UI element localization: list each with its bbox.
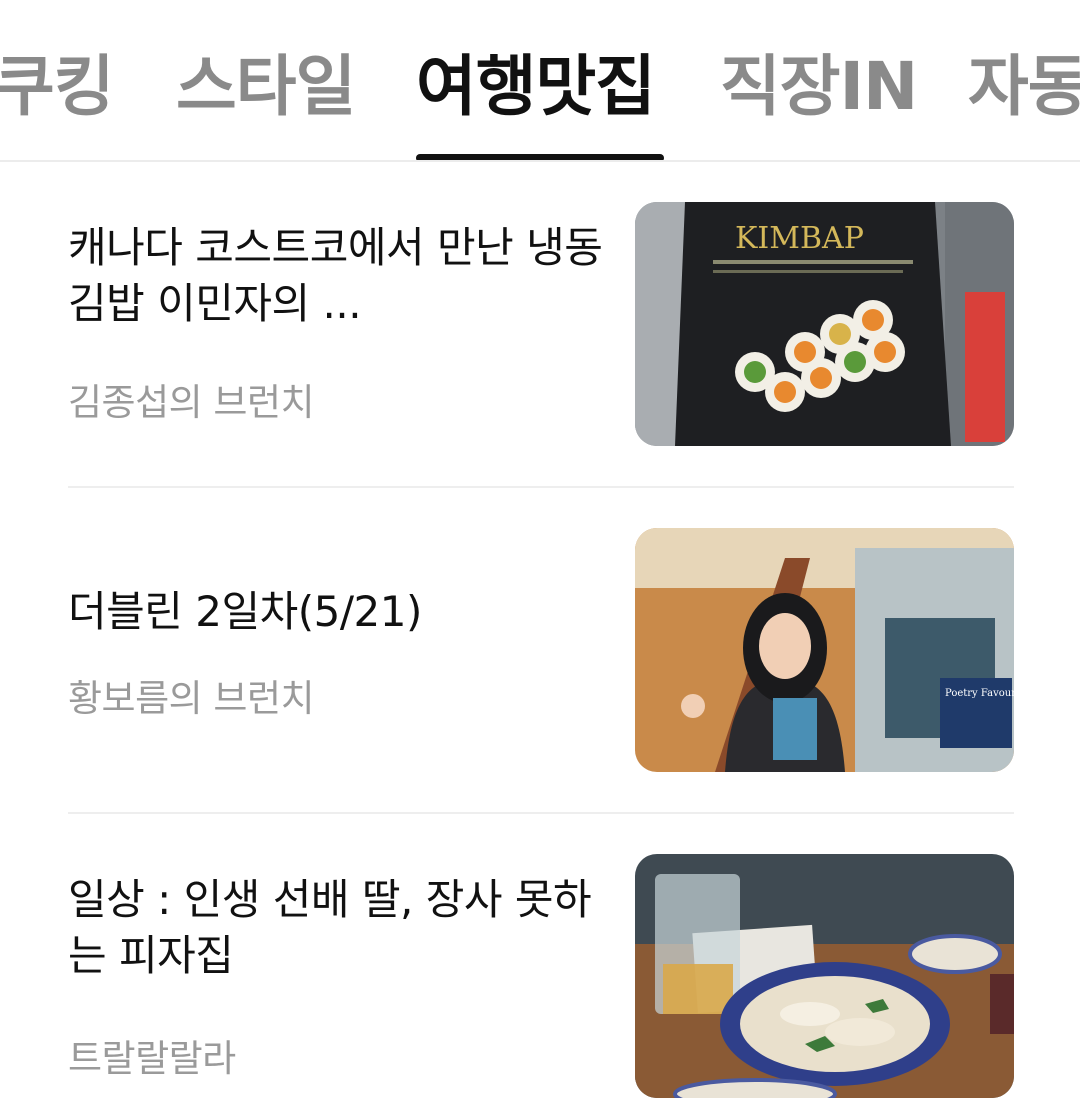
article-author: 트랄랄랄라	[68, 1037, 236, 1080]
article-title[interactable]: 캐나다 코스트코에서 만난 냉동 김밥 이민자의 ...	[68, 220, 608, 332]
shelf-sign-text: Poetry Favourites...	[945, 688, 1014, 699]
article-item[interactable]: 더블린 2일차(5/21) 황보름의 브런치 Poetry Favourites…	[68, 528, 1014, 772]
active-tab-indicator	[416, 154, 664, 160]
list-divider	[68, 812, 1014, 814]
article-thumbnail[interactable]: KIMBAP	[635, 202, 1014, 446]
article-item[interactable]: 캐나다 코스트코에서 만난 냉동 김밥 이민자의 ... 김종섭의 브런치 KI…	[68, 202, 1014, 446]
article-title[interactable]: 더블린 2일차(5/21)	[68, 584, 608, 640]
pizza-restaurant-image	[635, 854, 1014, 1098]
tab-travel-food[interactable]: 여행맛집	[416, 44, 656, 130]
tab-workplace[interactable]: 직장IN	[720, 44, 918, 130]
article-author: 황보름의 브런치	[68, 677, 315, 720]
tab-cooking[interactable]: 쿠킹	[0, 44, 114, 130]
kimbap-package-image: KIMBAP	[635, 202, 1014, 446]
article-title[interactable]: 일상 : 인생 선배 딸, 장사 못하는 피자집	[68, 872, 608, 984]
article-item[interactable]: 일상 : 인생 선배 딸, 장사 못하는 피자집 트랄랄랄라	[68, 854, 1014, 1098]
list-divider	[68, 486, 1014, 488]
tab-auto[interactable]: 자동	[968, 44, 1080, 130]
category-tab-bar: 쿠킹 스타일 여행맛집 직장IN 자동	[0, 0, 1080, 162]
package-brand-text: KIMBAP	[735, 221, 864, 256]
article-thumbnail[interactable]: Poetry Favourites...	[635, 528, 1014, 772]
article-thumbnail[interactable]	[635, 854, 1014, 1098]
tab-style[interactable]: 스타일	[176, 44, 356, 130]
article-author: 김종섭의 브런치	[68, 381, 315, 424]
bookstore-portrait-image: Poetry Favourites...	[635, 528, 1014, 772]
